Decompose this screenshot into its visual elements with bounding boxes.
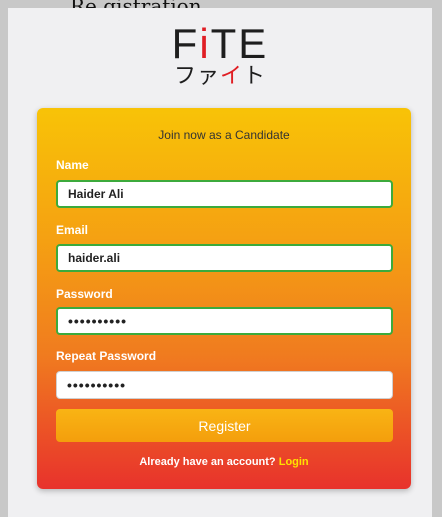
repeat-password-input[interactable] [56, 371, 393, 399]
name-label: Name [56, 158, 89, 172]
email-label: Email [56, 223, 89, 237]
login-link[interactable]: Login [279, 456, 309, 468]
login-prompt: Already have an account? Login [37, 456, 411, 468]
password-label: Password [56, 287, 113, 301]
registration-card: Join now as a Candidate Name Email Passw… [37, 108, 411, 489]
fite-logo: FiTE ファイト [8, 22, 432, 90]
logo-katakana: ファイト [173, 64, 267, 89]
name-input[interactable] [56, 180, 393, 208]
register-button[interactable]: Register [56, 409, 393, 442]
logo-latin: FiTE [171, 20, 269, 67]
repeat-password-label: Repeat Password [56, 349, 157, 363]
form-title: Join now as a Candidate [158, 128, 290, 142]
registration-page: FiTE ファイト Join now as a Candidate Name E… [8, 8, 432, 517]
password-input[interactable] [56, 307, 393, 335]
login-prompt-text: Already have an account? [139, 456, 279, 468]
email-input[interactable] [56, 244, 393, 272]
